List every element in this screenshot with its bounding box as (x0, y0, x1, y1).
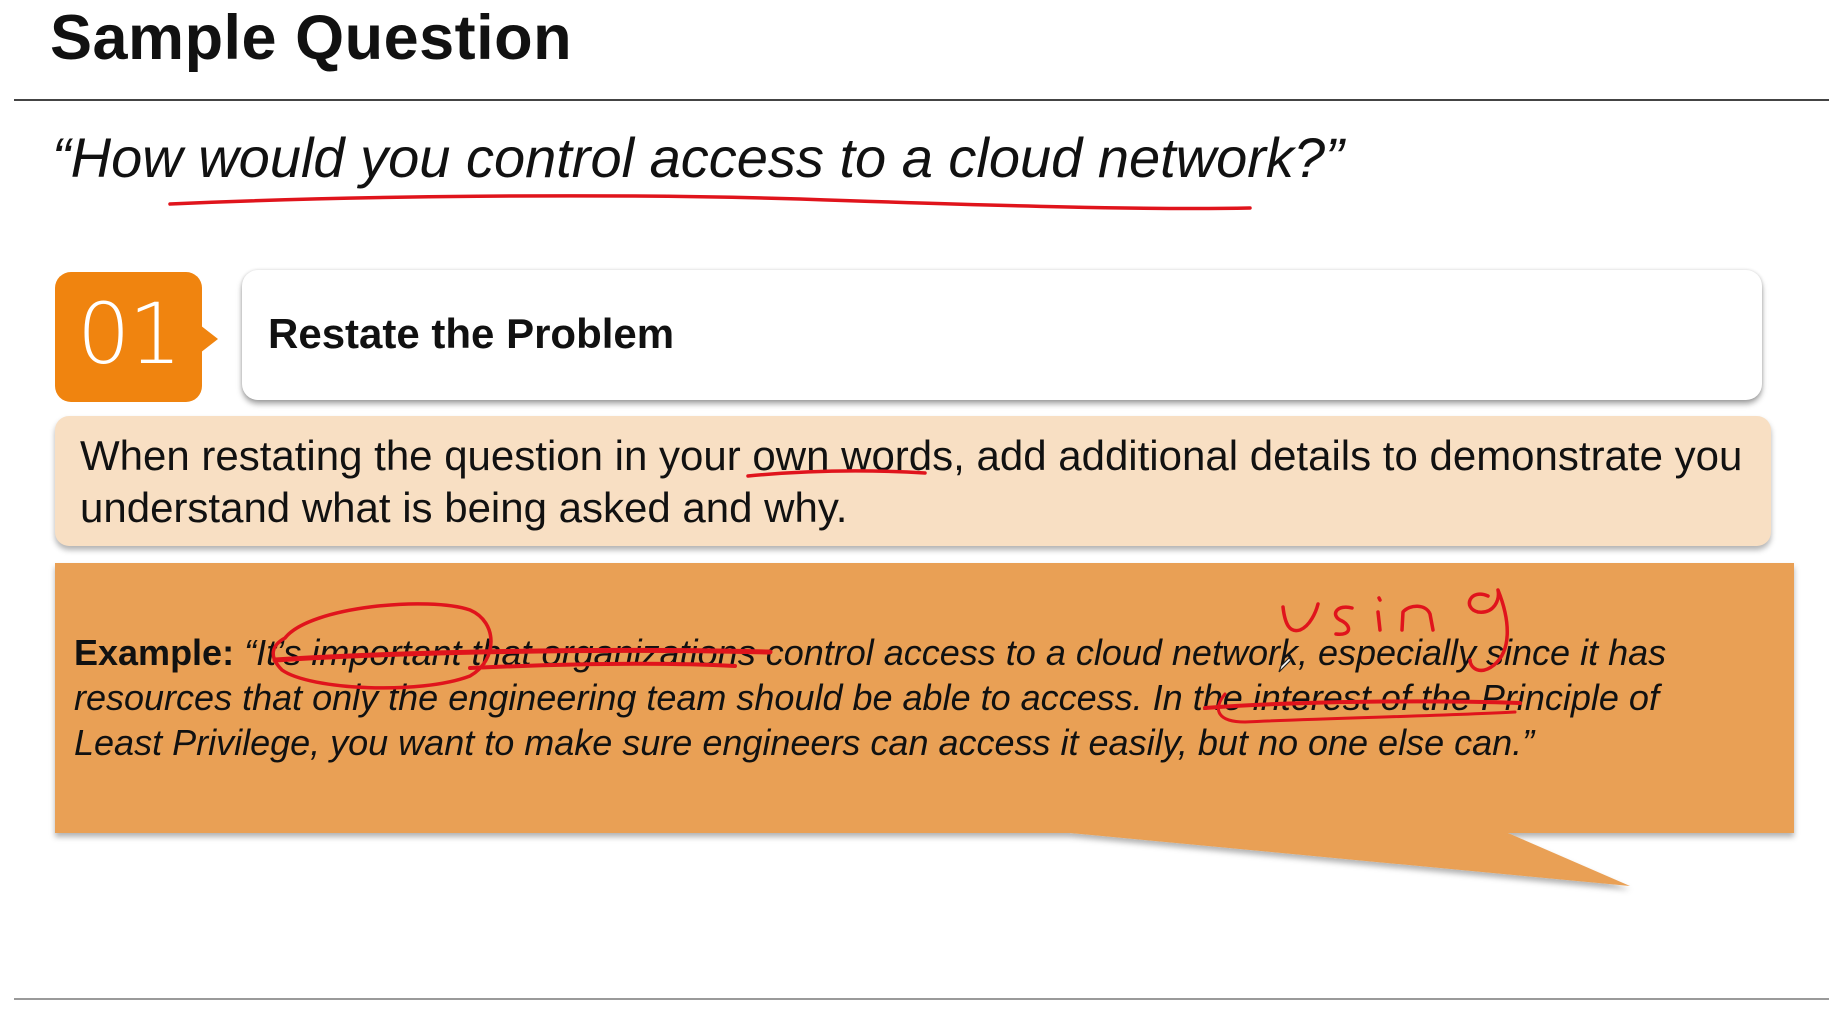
example-callout (55, 563, 1794, 886)
example-quote: “It’s important that organizations contr… (74, 632, 1667, 763)
example-label: Example: (74, 632, 235, 673)
example-text: Example: “It’s important that organizati… (74, 630, 1744, 765)
pen-cursor-icon (1278, 657, 1292, 673)
footer-divider (14, 998, 1829, 1000)
